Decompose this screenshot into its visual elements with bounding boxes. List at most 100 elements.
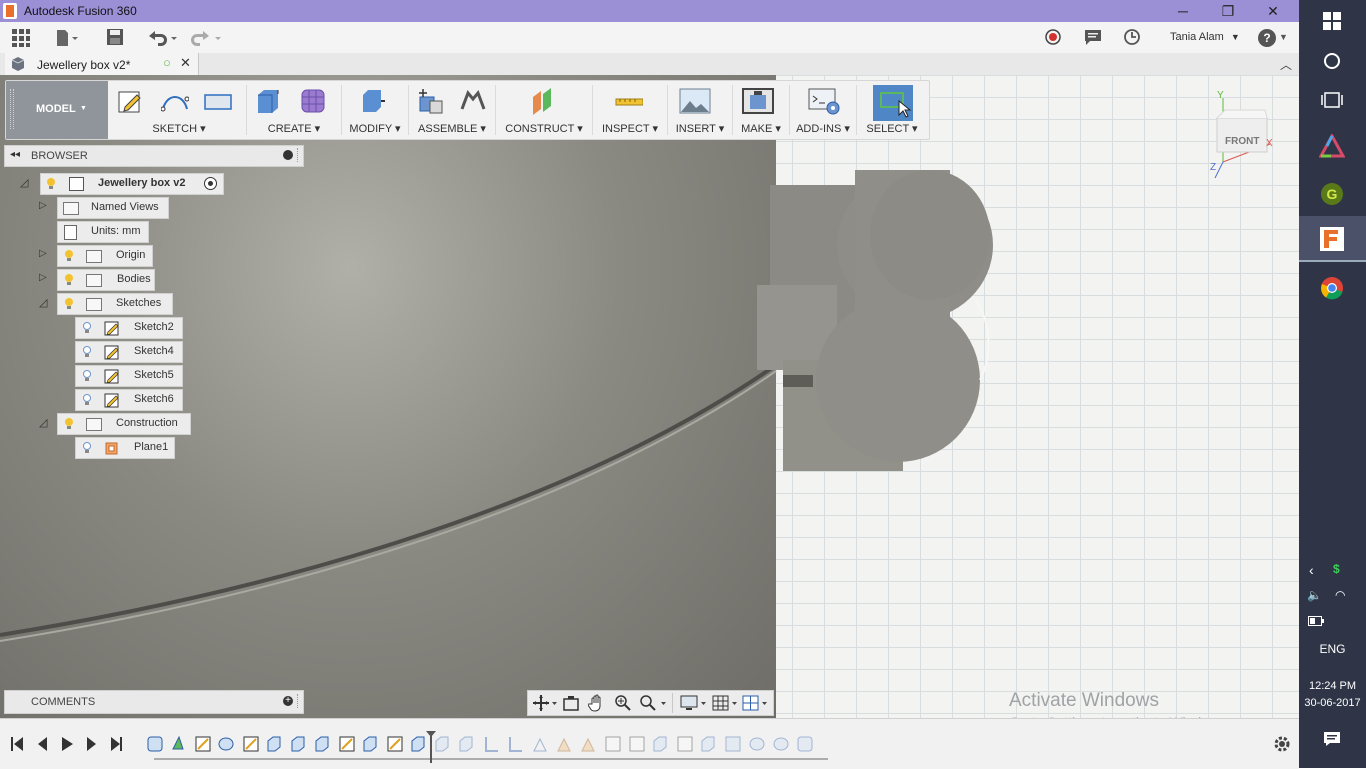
visibility-bulb-icon[interactable] bbox=[82, 345, 92, 358]
user-account-menu[interactable]: Tania Alam ▼ bbox=[1170, 31, 1240, 43]
green-g-app-icon[interactable]: G bbox=[1320, 182, 1344, 206]
add-ins-group[interactable]: ADD-INS ▾ bbox=[792, 85, 854, 137]
close-tab-icon[interactable]: ✕ bbox=[180, 55, 191, 71]
expand-triangle-icon[interactable]: ◿ bbox=[39, 296, 47, 309]
visibility-bulb-icon[interactable] bbox=[64, 297, 74, 310]
joint-icon[interactable] bbox=[459, 87, 487, 115]
sketch-node[interactable]: Sketch2 bbox=[75, 317, 183, 339]
autodesk-app-icon[interactable] bbox=[1319, 134, 1345, 158]
display-settings-icon[interactable] bbox=[680, 694, 708, 712]
help-chevron-down-icon[interactable]: ▼ bbox=[1279, 32, 1288, 42]
rectangle-icon[interactable] bbox=[204, 87, 232, 115]
input-language[interactable]: ENG bbox=[1299, 642, 1366, 656]
orbit-icon[interactable] bbox=[532, 694, 558, 712]
view-cube[interactable]: FRONT X Y Z bbox=[1205, 90, 1285, 180]
panel-grip-icon[interactable] bbox=[297, 148, 300, 162]
document-tab[interactable]: Jewellery box v2* ○ ✕ bbox=[5, 53, 199, 75]
zoom-icon[interactable] bbox=[614, 694, 632, 712]
visibility-bulb-icon[interactable] bbox=[64, 249, 74, 262]
units-node[interactable]: Units: mm bbox=[57, 221, 149, 243]
press-pull-icon[interactable] bbox=[358, 87, 386, 115]
3d-print-icon[interactable] bbox=[742, 87, 774, 115]
sketch-group[interactable]: SKETCH ▾ bbox=[114, 85, 244, 137]
insert-group[interactable]: INSERT ▾ bbox=[670, 85, 730, 137]
collapse-browser-icon[interactable]: ◂◂ bbox=[10, 149, 20, 160]
scripts-add-ins-icon[interactable] bbox=[808, 87, 840, 115]
add-comment-icon[interactable]: + bbox=[283, 696, 293, 706]
fit-zoom-icon[interactable] bbox=[638, 694, 668, 712]
arc-icon[interactable] bbox=[161, 87, 189, 115]
expand-triangle-icon[interactable]: ◿ bbox=[20, 176, 28, 189]
named-views-node[interactable]: Named Views bbox=[57, 197, 169, 219]
offset-plane-icon[interactable] bbox=[530, 87, 558, 115]
sketch-node[interactable]: Sketch4 bbox=[75, 341, 183, 363]
create-sketch-icon[interactable] bbox=[116, 87, 144, 115]
task-view-icon[interactable] bbox=[1321, 91, 1343, 109]
expand-triangle-icon[interactable]: ◿ bbox=[39, 416, 47, 429]
construct-group[interactable]: CONSTRUCT ▾ bbox=[498, 85, 590, 137]
insert-image-icon[interactable] bbox=[679, 87, 711, 115]
file-menu-icon[interactable] bbox=[55, 28, 79, 48]
save-icon[interactable] bbox=[106, 28, 124, 48]
visibility-bulb-icon[interactable] bbox=[64, 273, 74, 286]
workspace-switcher[interactable]: MODEL ▼ bbox=[6, 81, 108, 139]
action-center-icon[interactable] bbox=[1323, 731, 1341, 747]
search-cortana-icon[interactable] bbox=[1323, 52, 1341, 70]
fusion-taskbar-button[interactable] bbox=[1299, 216, 1366, 262]
close-button[interactable]: ✕ bbox=[1258, 2, 1288, 20]
collapsed-triangle-icon[interactable]: ▷ bbox=[39, 200, 47, 211]
plane-node[interactable]: Plane1 bbox=[75, 437, 175, 459]
modify-group[interactable]: MODIFY ▾ bbox=[344, 85, 406, 137]
notifications-icon[interactable] bbox=[1083, 28, 1103, 48]
visibility-bulb-icon[interactable] bbox=[82, 441, 92, 454]
restore-button[interactable]: ❐ bbox=[1213, 2, 1243, 20]
record-icon[interactable] bbox=[1044, 28, 1062, 48]
show-hidden-icons-chevron-icon[interactable]: ‹ bbox=[1309, 562, 1314, 578]
new-component-icon[interactable] bbox=[416, 87, 444, 115]
collapsed-triangle-icon[interactable]: ▷ bbox=[39, 248, 47, 259]
assemble-group[interactable]: ASSEMBLE ▾ bbox=[411, 85, 493, 137]
data-panel-grid-icon[interactable] bbox=[11, 28, 31, 48]
minimize-button[interactable]: ─ bbox=[1168, 2, 1198, 20]
wifi-icon[interactable]: ◠ bbox=[1335, 588, 1345, 602]
browser-options-icon[interactable] bbox=[283, 150, 293, 160]
comments-panel[interactable]: COMMENTS + bbox=[4, 690, 304, 714]
create-group[interactable]: CREATE ▾ bbox=[249, 85, 339, 137]
visibility-bulb-icon[interactable] bbox=[46, 177, 56, 190]
form-icon[interactable] bbox=[299, 87, 327, 115]
make-group[interactable]: MAKE ▾ bbox=[735, 85, 787, 137]
help-icon[interactable]: ? bbox=[1258, 29, 1276, 47]
volume-icon[interactable]: 🔈 bbox=[1307, 588, 1322, 602]
construction-node[interactable]: Construction bbox=[57, 413, 191, 435]
root-node[interactable]: Jewellery box v2 bbox=[40, 173, 224, 195]
visibility-bulb-icon[interactable] bbox=[64, 417, 74, 430]
tray-app-icon[interactable]: $ bbox=[1333, 562, 1340, 576]
measure-icon[interactable] bbox=[615, 87, 643, 115]
sketch-node[interactable]: Sketch5 bbox=[75, 365, 183, 387]
undo-icon[interactable] bbox=[146, 28, 178, 48]
visibility-bulb-icon[interactable] bbox=[82, 321, 92, 334]
select-group[interactable]: SELECT ▾ bbox=[859, 85, 925, 137]
pan-hand-icon[interactable] bbox=[588, 694, 606, 712]
extrude-icon[interactable] bbox=[254, 87, 282, 115]
timeline-settings-gear-icon[interactable] bbox=[1272, 734, 1292, 754]
chrome-app-icon[interactable] bbox=[1320, 276, 1344, 300]
windows-start-icon[interactable] bbox=[1323, 12, 1341, 30]
redo-icon[interactable] bbox=[190, 28, 222, 48]
job-status-clock-icon[interactable] bbox=[1123, 28, 1141, 48]
collapsed-triangle-icon[interactable]: ▷ bbox=[39, 272, 47, 283]
clock-time[interactable]: 12:24 PM bbox=[1299, 680, 1366, 692]
collapse-chevron-up-icon[interactable]: ︿ bbox=[1280, 56, 1292, 73]
clock-date[interactable]: 30-06-2017 bbox=[1299, 697, 1366, 709]
viewports-icon[interactable] bbox=[742, 694, 770, 712]
look-at-icon[interactable] bbox=[562, 694, 580, 712]
sketch-node[interactable]: Sketch6 bbox=[75, 389, 183, 411]
timeline-features[interactable] bbox=[140, 729, 840, 765]
bodies-node[interactable]: Bodies bbox=[57, 269, 155, 291]
select-tool-icon[interactable] bbox=[873, 85, 913, 121]
visibility-bulb-icon[interactable] bbox=[82, 393, 92, 406]
panel-grip-icon[interactable] bbox=[297, 694, 300, 708]
visibility-bulb-icon[interactable] bbox=[82, 369, 92, 382]
grid-snaps-icon[interactable] bbox=[712, 694, 740, 712]
inspect-group[interactable]: INSPECT ▾ bbox=[595, 85, 665, 137]
